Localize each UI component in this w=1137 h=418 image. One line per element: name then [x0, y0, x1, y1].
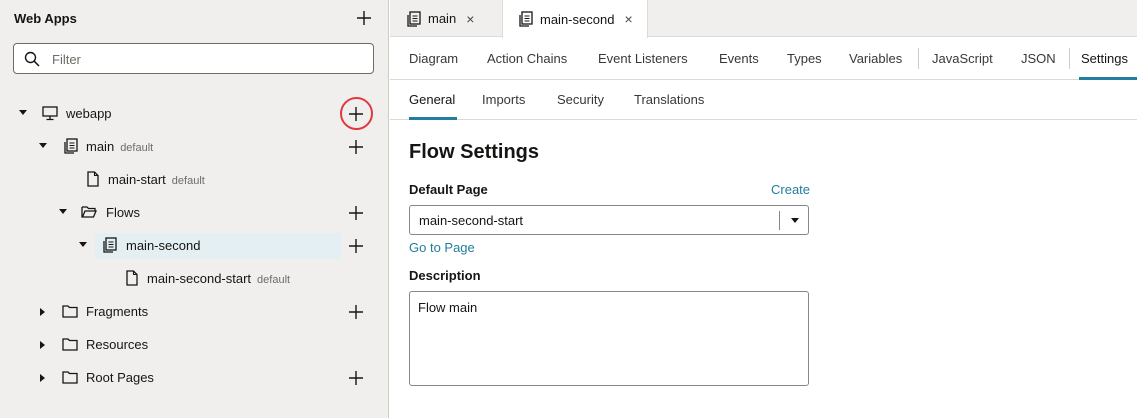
navigator-title: Web Apps: [14, 11, 77, 26]
file-tab-label: main: [428, 11, 457, 26]
tree-item-flows[interactable]: Flows: [0, 200, 388, 226]
active-subtab-indicator: [409, 117, 457, 120]
tree-item-label: webapp: [66, 106, 112, 121]
tab-separator: [918, 48, 919, 69]
tab-json[interactable]: JSON: [1021, 51, 1056, 66]
tree-item-label: main-second: [126, 238, 201, 253]
collapse-caret-icon[interactable]: [39, 143, 47, 148]
search-icon: [24, 51, 40, 67]
file-tab-bar: main × main-second ×: [390, 0, 1137, 38]
expand-caret-icon[interactable]: [40, 341, 45, 349]
open-folder-icon: [81, 206, 97, 218]
tab-imports[interactable]: Imports: [482, 92, 525, 107]
page-icon: [126, 270, 138, 286]
collapse-caret-icon[interactable]: [59, 209, 67, 214]
add-plus-icon[interactable]: [348, 304, 364, 320]
flow-pages-icon: [64, 138, 78, 154]
folder-icon: [62, 371, 78, 384]
file-tab-main[interactable]: main ×: [406, 0, 474, 37]
tree-item-sublabel: default: [257, 274, 291, 286]
close-tab-icon[interactable]: ×: [466, 11, 474, 27]
flow-pages-icon: [519, 11, 533, 27]
filter-input[interactable]: [52, 49, 352, 69]
tab-separator: [1069, 48, 1070, 69]
add-web-app-plus-icon[interactable]: [356, 10, 372, 26]
tree-item-main-second[interactable]: main-second: [0, 233, 388, 259]
expand-caret-icon[interactable]: [40, 308, 45, 316]
tree-item-main[interactable]: main default: [0, 134, 388, 160]
filter-field[interactable]: [13, 43, 374, 74]
tree-item-label: main: [86, 139, 115, 154]
tree-item-label: main-start: [108, 172, 166, 187]
description-textarea[interactable]: Flow main: [409, 291, 809, 386]
designer-tab-bar: Diagram Action Chains Event Listeners Ev…: [390, 37, 1137, 80]
add-plus-icon[interactable]: [348, 238, 364, 254]
tree-item-fragments[interactable]: Fragments: [0, 299, 388, 325]
close-tab-icon[interactable]: ×: [624, 11, 632, 27]
folder-icon: [62, 305, 78, 318]
tab-event-listeners[interactable]: Event Listeners: [598, 51, 688, 66]
tab-diagram[interactable]: Diagram: [409, 51, 458, 66]
tree-item-root-pages[interactable]: Root Pages: [0, 365, 388, 391]
page-icon: [87, 171, 99, 187]
chevron-down-icon[interactable]: [791, 218, 799, 223]
tab-javascript[interactable]: JavaScript: [932, 51, 993, 66]
select-divider: [779, 211, 780, 230]
tab-variables[interactable]: Variables: [849, 51, 902, 66]
web-apps-navigator: Web Apps webapp main default main-start de…: [0, 0, 389, 418]
description-value: Flow main: [418, 300, 478, 315]
tab-settings[interactable]: Settings: [1081, 51, 1128, 66]
file-tab-label: main-second: [540, 11, 615, 27]
default-page-value: main-second-start: [419, 213, 524, 228]
tree-item-webapp[interactable]: webapp: [0, 101, 388, 127]
collapse-caret-icon[interactable]: [79, 242, 87, 247]
add-plus-icon[interactable]: [348, 139, 364, 155]
default-page-select[interactable]: main-second-start: [409, 205, 809, 235]
tab-security[interactable]: Security: [557, 92, 604, 107]
flow-pages-icon: [103, 237, 117, 253]
tree-item-label: Flows: [106, 205, 140, 220]
tree-item-label: Root Pages: [86, 370, 154, 385]
folder-icon: [62, 338, 78, 351]
tab-events[interactable]: Events: [719, 51, 759, 66]
tree-item-main-start[interactable]: main-start default: [0, 167, 388, 193]
tree-item-label: Fragments: [86, 304, 149, 319]
tree-item-label: Resources: [86, 337, 149, 352]
expand-caret-icon[interactable]: [40, 374, 45, 382]
collapse-caret-icon[interactable]: [19, 110, 27, 115]
tree-item-sublabel: default: [120, 142, 154, 154]
go-to-page-link[interactable]: Go to Page: [409, 240, 475, 255]
tab-translations[interactable]: Translations: [634, 92, 704, 107]
section-title: Flow Settings: [409, 141, 539, 163]
add-plus-icon[interactable]: [348, 370, 364, 386]
tab-general[interactable]: General: [409, 92, 455, 107]
file-tab-main-second[interactable]: main-second ×: [502, 0, 648, 38]
flow-pages-icon: [407, 10, 421, 27]
highlight-ring-annotation: [340, 97, 373, 130]
default-page-label: Default Page: [409, 182, 488, 197]
tree-item-resources[interactable]: Resources: [0, 332, 388, 358]
flow-editor: main × main-second × Diagram Action Chai…: [390, 0, 1137, 418]
settings-tab-bar: General Imports Security Translations: [390, 80, 1137, 120]
tab-types[interactable]: Types: [787, 51, 822, 66]
tree-item-main-second-start[interactable]: main-second-start default: [0, 266, 388, 292]
tab-action-chains[interactable]: Action Chains: [487, 51, 567, 66]
monitor-icon: [42, 106, 58, 121]
tree-item-label: main-second-start: [147, 271, 252, 286]
tree-item-sublabel: default: [171, 175, 205, 187]
create-link[interactable]: Create: [771, 182, 810, 197]
description-label: Description: [409, 268, 481, 283]
add-plus-icon[interactable]: [348, 205, 364, 221]
